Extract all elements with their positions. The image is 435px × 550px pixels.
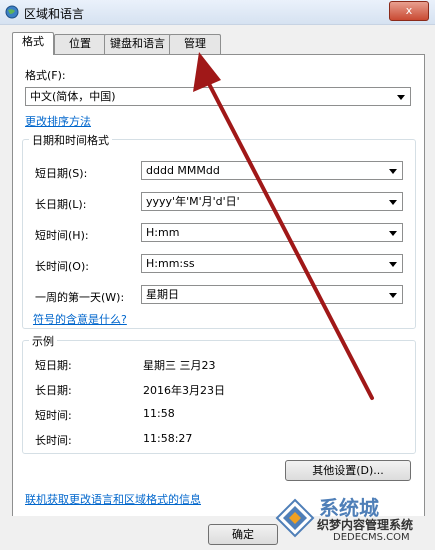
example-long-date-value: 2016年3月23日 [143,384,225,397]
tab-label: 位置 [69,37,91,50]
title-bar: 区域和语言 x [0,0,435,25]
tab-location[interactable]: 位置 [54,34,106,54]
chevron-down-icon [397,95,405,100]
example-long-time-label: 长时间: [35,434,72,447]
tab-format[interactable]: 格式 [12,32,54,55]
long-time-select[interactable]: H:mm:ss [141,254,403,273]
tab-keyboard-language[interactable]: 键盘和语言 [104,34,171,54]
format-label: 格式(F): [25,69,66,82]
other-settings-button[interactable]: 其他设置(D)... [285,460,411,481]
datetime-group-title: 日期和时间格式 [29,132,112,148]
watermark-subtitle: 织梦内容管理系统 [317,518,414,532]
long-time-value: H:mm:ss [146,257,195,270]
chevron-down-icon [389,293,397,298]
chevron-down-icon [389,200,397,205]
short-date-select[interactable]: dddd MMMdd [141,161,403,180]
chevron-down-icon [389,262,397,267]
close-button[interactable]: x [389,1,429,21]
online-info-link[interactable]: 联机获取更改语言和区域格式的信息 [25,491,201,507]
globe-icon [5,5,19,19]
format-value: 中文(简体，中国) [30,90,116,103]
example-group-title: 示例 [29,333,57,349]
tab-label: 管理 [184,37,206,50]
short-time-select[interactable]: H:mm [141,223,403,242]
window-title: 区域和语言 [24,7,85,21]
change-sort-link[interactable]: 更改排序方法 [25,113,91,129]
long-date-label: 长日期(L): [35,198,87,211]
tab-administrative[interactable]: 管理 [169,34,221,54]
short-time-label: 短时间(H): [35,229,89,242]
short-time-value: H:mm [146,226,180,239]
watermark: 系统城 织梦内容管理系统 DEDECMS.COM [273,492,433,548]
long-time-label: 长时间(O): [35,260,89,273]
example-group: 示例 短日期: 星期三 三月23 长日期: 2016年3月23日 短时间: 11… [22,333,416,454]
watermark-domain: DEDECMS.COM [333,532,410,543]
short-date-value: dddd MMMdd [146,164,220,177]
example-short-time-label: 短时间: [35,409,72,422]
symbol-meaning-link[interactable]: 符号的含意是什么? [33,311,127,327]
datetime-format-group: 日期和时间格式 短日期(S): dddd MMMdd 长日期(L): yyyy'… [22,132,416,329]
tab-label: 格式 [22,35,44,48]
example-long-time-value: 11:58:27 [143,432,193,445]
example-short-time-value: 11:58 [143,407,175,420]
watermark-logo-icon [275,498,315,538]
example-short-date-value: 星期三 三月23 [143,359,216,372]
ok-label: 确定 [232,528,254,541]
ok-button[interactable]: 确定 [208,524,278,545]
short-date-label: 短日期(S): [35,167,88,180]
long-date-select[interactable]: yyyy'年'M'月'd'日' [141,192,403,211]
example-short-date-label: 短日期: [35,359,72,372]
first-day-select[interactable]: 星期日 [141,285,403,304]
long-date-value: yyyy'年'M'月'd'日' [146,195,240,208]
example-long-date-label: 长日期: [35,384,72,397]
format-select[interactable]: 中文(简体，中国) [25,87,411,106]
tab-panel: 格式(F): 中文(简体，中国) 更改排序方法 日期和时间格式 短日期(S): … [12,54,425,518]
other-settings-label: 其他设置(D)... [312,464,384,477]
tab-label: 键盘和语言 [110,37,165,50]
first-day-label: 一周的第一天(W): [35,291,125,304]
chevron-down-icon [389,169,397,174]
chevron-down-icon [389,231,397,236]
first-day-value: 星期日 [146,288,179,301]
close-icon: x [405,4,413,17]
